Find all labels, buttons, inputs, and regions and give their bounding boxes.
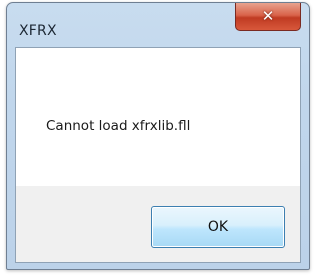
- window-title: XFRX: [19, 23, 57, 39]
- dialog-body: Cannot load xfrxlib.fll OK: [15, 47, 301, 263]
- message-area: Cannot load xfrxlib.fll: [16, 48, 300, 186]
- title-bar[interactable]: XFRX ✕: [7, 3, 309, 47]
- error-message: Cannot load xfrxlib.fll: [46, 118, 191, 134]
- message-dialog-window: XFRX ✕ Cannot load xfrxlib.fll OK: [6, 2, 310, 270]
- ok-button[interactable]: OK: [151, 206, 285, 248]
- close-icon: ✕: [261, 7, 275, 25]
- close-button[interactable]: ✕: [235, 3, 301, 31]
